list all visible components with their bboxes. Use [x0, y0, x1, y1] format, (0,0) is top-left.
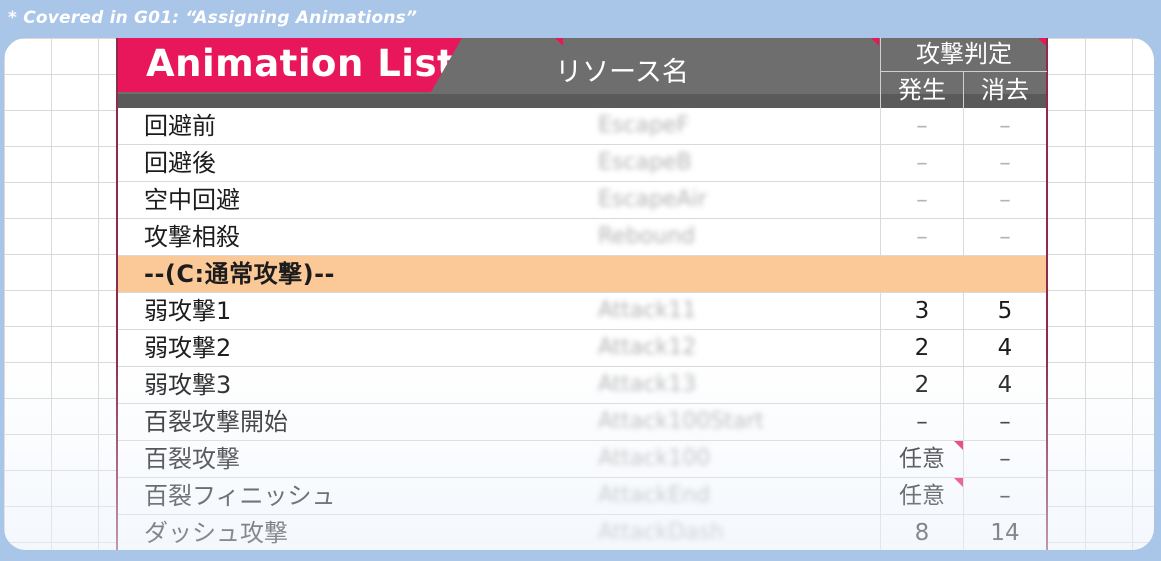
- start-frame-cell[interactable]: –: [880, 182, 963, 218]
- resource-name-text: Attack13: [598, 372, 697, 397]
- animation-list-table: Animation List リソース名 攻撃判定 発生 消去 回避前 Esca…: [116, 38, 1048, 550]
- resource-name-cell[interactable]: Attack100: [564, 441, 880, 477]
- resource-name-cell[interactable]: Rebound: [564, 219, 880, 255]
- table-row[interactable]: 百裂攻撃開始 Attack100Start – –: [118, 404, 1046, 441]
- end-frame-cell[interactable]: –: [963, 108, 1046, 144]
- animation-name-cell[interactable]: 回避前: [144, 108, 564, 144]
- resource-name-text: Attack100Start: [598, 409, 764, 434]
- resource-name-cell[interactable]: EscapeF: [564, 108, 880, 144]
- table-body: 回避前 EscapeF – – 回避後 EscapeB – – 空中回避 Esc…: [118, 108, 1046, 550]
- end-frame-cell[interactable]: 4: [963, 367, 1046, 403]
- table-row[interactable]: 弱攻撃1 Attack11 3 5: [118, 293, 1046, 330]
- table-row[interactable]: 攻撃相殺 Rebound – –: [118, 219, 1046, 256]
- start-frame-cell[interactable]: 任意: [880, 441, 963, 477]
- start-frame-cell[interactable]: –: [880, 108, 963, 144]
- end-frame-cell[interactable]: 5: [963, 293, 1046, 329]
- start-frame-cell[interactable]: –: [880, 145, 963, 181]
- resource-name-cell[interactable]: Attack11: [564, 293, 880, 329]
- end-frame-cell[interactable]: –: [963, 404, 1046, 440]
- comment-marker-icon: [1038, 38, 1046, 46]
- start-frame-cell[interactable]: –: [880, 219, 963, 255]
- table-row[interactable]: 弱攻撃2 Attack12 2 4: [118, 330, 1046, 367]
- table-row[interactable]: 空中回避 EscapeAir – –: [118, 182, 1046, 219]
- comment-marker-icon: [871, 38, 879, 46]
- resource-name-cell[interactable]: Attack12: [564, 330, 880, 366]
- resource-name-header-label: リソース名: [555, 57, 689, 88]
- table-row[interactable]: ダッシュ攻撃 AttackDash 8 14: [118, 515, 1046, 550]
- end-frame-cell[interactable]: 4: [963, 330, 1046, 366]
- resource-name-cell[interactable]: Attack100Start: [564, 404, 880, 440]
- end-frame-cell[interactable]: –: [963, 182, 1046, 218]
- attack-judgment-header[interactable]: 攻撃判定: [880, 38, 1047, 72]
- comment-marker-icon: [954, 478, 963, 487]
- end-frame-cell[interactable]: –: [963, 441, 1046, 477]
- animation-name-cell[interactable]: 回避後: [144, 145, 564, 181]
- resource-name-text: Attack11: [598, 298, 697, 323]
- resource-name-text: Attack100: [598, 446, 711, 471]
- table-title: Animation List: [146, 42, 456, 85]
- end-frame-header[interactable]: 消去: [963, 72, 1046, 108]
- resource-name-cell[interactable]: AttackEnd: [564, 478, 880, 514]
- resource-name-cell[interactable]: EscapeAir: [564, 182, 880, 218]
- animation-name-cell[interactable]: 攻撃相殺: [144, 219, 564, 255]
- animation-name-cell[interactable]: 空中回避: [144, 182, 564, 218]
- start-frame-cell[interactable]: 2: [880, 367, 963, 403]
- resource-name-text: Rebound: [598, 224, 696, 249]
- resource-name-text: AttackDash: [598, 520, 725, 545]
- video-caption: * Covered in G01: “Assigning Animations”: [8, 8, 418, 28]
- animation-name-cell[interactable]: ダッシュ攻撃: [144, 515, 564, 550]
- start-frame-cell[interactable]: 3: [880, 293, 963, 329]
- resource-name-cell[interactable]: EscapeB: [564, 145, 880, 181]
- resource-name-text: Attack12: [598, 335, 697, 360]
- start-frame-cell[interactable]: –: [880, 404, 963, 440]
- table-row[interactable]: 百裂攻撃 Attack100 任意 –: [118, 441, 1046, 478]
- animation-name-cell[interactable]: 百裂フィニッシュ: [144, 478, 564, 514]
- resource-name-cell[interactable]: Attack13: [564, 367, 880, 403]
- end-frame-cell[interactable]: 14: [963, 515, 1046, 550]
- resource-name-text: EscapeB: [598, 150, 692, 175]
- end-frame-cell[interactable]: –: [963, 478, 1046, 514]
- comment-marker-icon: [954, 441, 963, 450]
- table-row[interactable]: 回避後 EscapeB – –: [118, 145, 1046, 182]
- title-banner: Animation List: [118, 38, 462, 92]
- table-row[interactable]: 回避前 EscapeF – –: [118, 108, 1046, 145]
- end-frame-cell[interactable]: –: [963, 145, 1046, 181]
- start-frame-header[interactable]: 発生: [880, 72, 963, 108]
- start-frame-cell[interactable]: 2: [880, 330, 963, 366]
- start-frame-cell[interactable]: 8: [880, 515, 963, 550]
- animation-name-cell[interactable]: 弱攻撃1: [144, 293, 564, 329]
- animation-name-cell[interactable]: 百裂攻撃開始: [144, 404, 564, 440]
- table-header: Animation List リソース名 攻撃判定 発生 消去: [118, 38, 1047, 108]
- section-header-row[interactable]: --(C:通常攻撃)--: [118, 256, 1046, 293]
- resource-name-text: AttackEnd: [598, 483, 711, 508]
- table-row[interactable]: 弱攻撃3 Attack13 2 4: [118, 367, 1046, 404]
- section-label[interactable]: --(C:通常攻撃)--: [144, 256, 564, 292]
- end-frame-cell[interactable]: –: [963, 219, 1046, 255]
- resource-name-cell[interactable]: AttackDash: [564, 515, 880, 550]
- table-row[interactable]: 百裂フィニッシュ AttackEnd 任意 –: [118, 478, 1046, 515]
- resource-name-text: EscapeF: [598, 113, 690, 138]
- animation-name-cell[interactable]: 弱攻撃2: [144, 330, 564, 366]
- start-frame-value: 任意: [899, 483, 945, 509]
- resource-name-text: EscapeAir: [598, 187, 707, 212]
- start-frame-value: 任意: [899, 446, 945, 472]
- animation-name-cell[interactable]: 百裂攻撃: [144, 441, 564, 477]
- start-frame-cell[interactable]: 任意: [880, 478, 963, 514]
- animation-name-cell[interactable]: 弱攻撃3: [144, 367, 564, 403]
- spreadsheet-frame: Animation List リソース名 攻撃判定 発生 消去 回避前 Esca…: [4, 38, 1154, 550]
- resource-name-header[interactable]: リソース名: [555, 38, 880, 108]
